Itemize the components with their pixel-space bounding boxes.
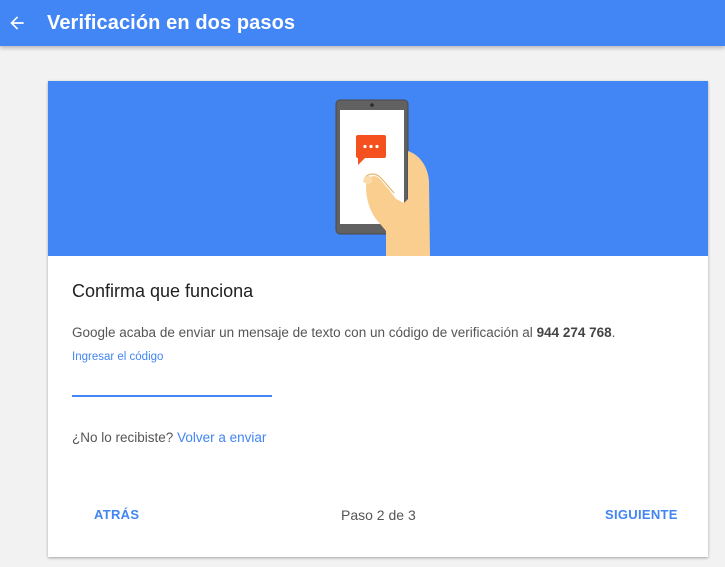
arrow-back-icon xyxy=(10,16,24,30)
phone-illustration xyxy=(335,99,430,256)
resend-question: ¿No lo recibiste? xyxy=(72,430,174,445)
message-text: Google acaba de enviar un mensaje de tex… xyxy=(72,325,533,340)
step-indicator: Paso 2 de 3 xyxy=(341,507,416,523)
phone-number: 944 274 768 xyxy=(536,325,612,340)
hero-banner xyxy=(48,81,708,256)
page-title: Verificación en dos pasos xyxy=(47,11,296,34)
message-end: . xyxy=(611,325,616,340)
resend-link[interactable]: Volver a enviar xyxy=(177,430,266,445)
next-button[interactable]: SIGUIENTE xyxy=(605,507,678,522)
verification-message: Google acaba de enviar un mensaje de tex… xyxy=(72,325,615,340)
verification-code-input[interactable] xyxy=(72,367,272,397)
verification-card: Confirma que funciona Google acaba de en… xyxy=(48,81,708,557)
code-field-label: Ingresar el código xyxy=(72,351,164,363)
back-step-button[interactable]: ATRÁS xyxy=(94,507,139,522)
resend-row: ¿No lo recibiste? Volver a enviar xyxy=(72,430,266,445)
back-button[interactable] xyxy=(2,8,32,38)
card-title: Confirma que funciona xyxy=(72,281,254,301)
app-header: Verificación en dos pasos xyxy=(0,0,725,46)
